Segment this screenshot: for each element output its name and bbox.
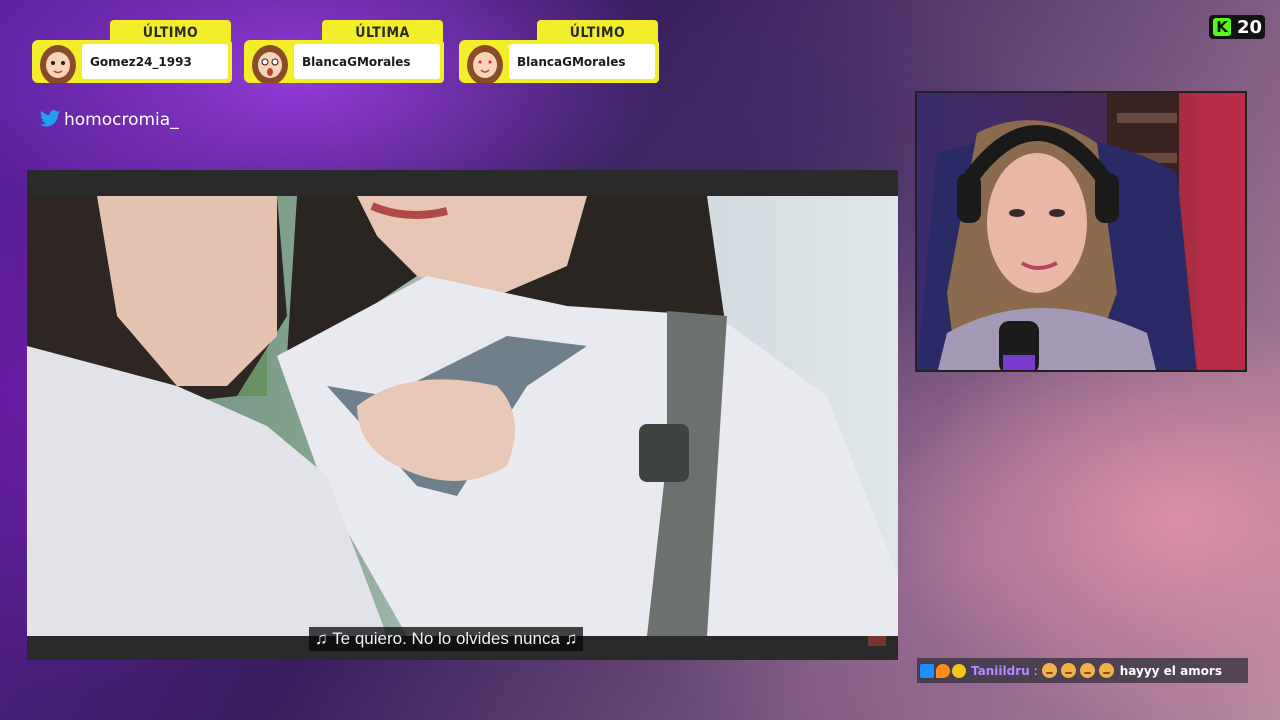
video-player[interactable] — [27, 170, 898, 660]
video-subtitle: ♫ Te quiero. No lo olvides nunca ♫ — [309, 627, 584, 651]
avatar-icon — [461, 41, 509, 83]
twitter-handle-text: homocromia_ — [64, 110, 179, 130]
kick-logo-icon: K — [1213, 18, 1231, 36]
webcam-feed — [915, 91, 1247, 372]
webcam-image — [917, 93, 1245, 370]
coin-badge-icon — [952, 663, 966, 678]
viewer-count: 20 — [1237, 16, 1263, 38]
emoji-icon — [1079, 663, 1095, 678]
chat-separator: : — [1033, 663, 1038, 678]
avatar-icon — [34, 41, 82, 83]
twitter-bird-icon — [40, 109, 60, 131]
alert-username: BlancaGMorales — [302, 55, 411, 69]
emoji-icon — [1060, 663, 1076, 678]
viewer-count-badge: K 20 — [1209, 15, 1265, 39]
alert-username: BlancaGMorales — [517, 55, 626, 69]
moderator-badge-icon — [920, 663, 934, 678]
emoji-icon — [1041, 663, 1057, 678]
chat-message-text: hayyy el amors — [1119, 663, 1222, 678]
alert-username: Gomez24_1993 — [90, 55, 192, 69]
chat-username: Taniildru — [971, 663, 1030, 678]
fire-badge-icon — [936, 663, 950, 678]
last-subscription-alert: Última suscripción BlancaGMorales — [244, 20, 444, 84]
avatar-icon — [246, 41, 294, 83]
video-watermark — [868, 636, 886, 646]
last-follower-alert: Último seguidor Gomez24_1993 — [32, 20, 232, 84]
emoji-icon — [1098, 663, 1114, 678]
video-frame — [27, 196, 898, 636]
twitter-handle: homocromia_ — [40, 108, 179, 132]
last-donor-alert: Último donador BlancaGMorales — [459, 20, 659, 84]
chat-message: Taniildru : hayyy el amors — [917, 658, 1248, 683]
